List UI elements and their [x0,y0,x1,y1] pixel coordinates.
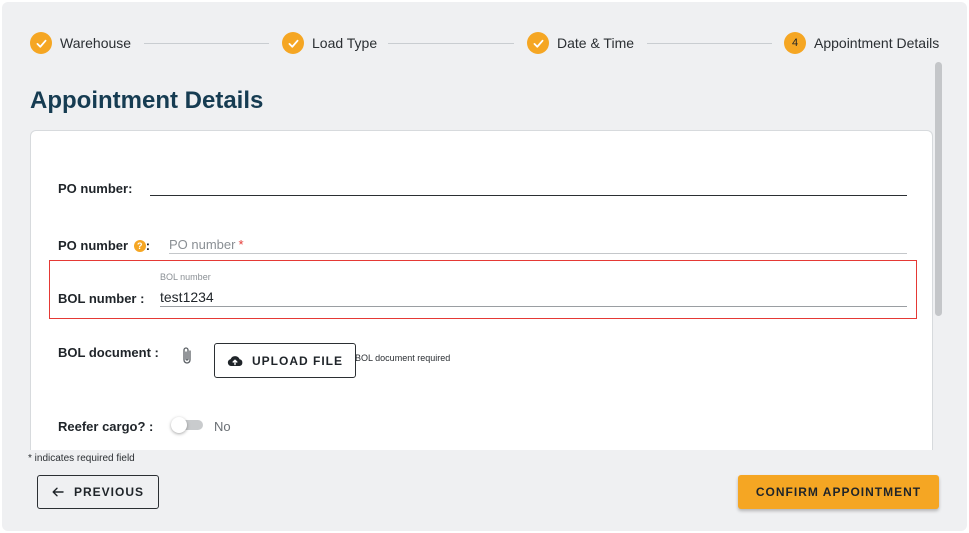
reefer-cargo-toggle-text: No [214,419,231,434]
previous-button[interactable]: PREVIOUS [37,475,159,509]
scrollbar-thumb[interactable] [935,62,942,316]
paperclip-icon [181,346,193,371]
appointment-form-card: PO number: PO number ?: PO number * BOL n… [30,130,933,450]
step-warehouse[interactable]: Warehouse [30,32,131,54]
po-number-required-input[interactable] [169,253,907,254]
confirm-appointment-button[interactable]: CONFIRM APPOINTMENT [738,475,939,509]
page-title: Appointment Details [30,87,264,114]
scrollbar[interactable] [934,60,944,448]
po-number-placeholder: PO number * [169,237,244,252]
step-date-time[interactable]: Date & Time [527,32,634,54]
reefer-cargo-toggle[interactable] [171,417,205,433]
step-label: Date & Time [557,35,635,51]
bol-number-input-value[interactable]: test1234 [160,289,214,305]
previous-label: PREVIOUS [73,485,144,499]
arrow-left-icon [52,487,64,497]
po-number-label-text: PO number [58,238,129,253]
check-icon [282,32,304,54]
step-label: Load Type [312,35,378,51]
question-circle-icon[interactable]: ? [133,240,146,252]
step-connector [388,43,514,44]
step-label: Appointment Details [814,35,940,51]
bol-number-floating-label: BOL number [160,272,211,282]
required-asterisk: * [238,237,244,252]
po-number-input[interactable] [150,195,907,196]
step-connector [144,43,269,44]
bol-number-input[interactable] [160,306,907,307]
required-field-note: * indicates required field [28,453,135,464]
check-icon [527,32,549,54]
po-number-label-required: PO number ?: [58,238,150,253]
step-number: 4 [791,37,799,49]
step-load-type[interactable]: Load Type [282,32,377,54]
cloud-upload-icon [227,355,243,366]
confirm-appointment-label: CONFIRM APPOINTMENT [755,485,922,499]
step-number-badge: 4 [784,32,806,54]
po-number-label: PO number: [58,181,133,196]
step-appointment-details[interactable]: 4 Appointment Details [784,32,939,54]
check-icon [30,32,52,54]
bol-document-label: BOL document : [58,345,159,360]
bol-number-label: BOL number : [58,291,145,306]
stepper: Warehouse Load Type Date & Time 4 Appoin… [2,2,967,86]
appointment-wizard: Warehouse Load Type Date & Time 4 Appoin… [2,2,967,531]
upload-file-label: UPLOAD FILE [252,353,343,368]
upload-file-button[interactable]: UPLOAD FILE [214,343,356,378]
reefer-cargo-label: Reefer cargo? : [58,419,154,434]
step-connector [647,43,772,44]
placeholder-text: PO number [169,237,236,252]
bol-document-hint: BOL document required [355,353,451,363]
step-label: Warehouse [60,35,132,51]
label-colon: : [145,238,151,253]
toggle-thumb [171,417,187,433]
